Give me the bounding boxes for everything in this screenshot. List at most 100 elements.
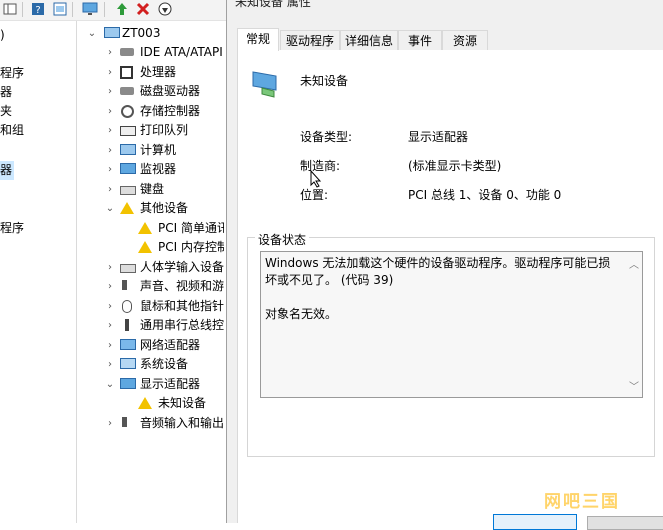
audio-icon xyxy=(122,417,131,427)
chevron-right-icon[interactable]: › xyxy=(104,277,116,296)
chevron-right-icon[interactable]: › xyxy=(104,316,116,335)
device-type-value: 显示适配器 xyxy=(408,130,469,144)
tree-item-printer[interactable]: › 打印队列 xyxy=(78,121,224,140)
chevron-right-icon[interactable]: › xyxy=(104,160,116,179)
uninstall-icon[interactable] xyxy=(135,1,151,17)
tree-item-network[interactable]: › 网络适配器 xyxy=(78,336,224,355)
usb-icon xyxy=(125,319,129,331)
chevron-right-icon[interactable]: › xyxy=(104,63,116,82)
sound-icon xyxy=(122,280,131,290)
dialog-title: 未知设备 属性 xyxy=(235,0,311,9)
warning-device-icon xyxy=(138,222,152,234)
warning-device-icon xyxy=(138,397,152,409)
chevron-right-icon[interactable]: › xyxy=(104,82,116,101)
tree-item-pci-memory[interactable]: PCI 内存控制 xyxy=(78,238,224,257)
chevron-right-icon[interactable]: › xyxy=(104,102,116,121)
chevron-right-icon[interactable]: › xyxy=(104,141,116,160)
device-tree: ⌄ ZT003 › IDE ATA/ATAPI › 处理器 › 磁盘驱动器 › … xyxy=(78,21,224,523)
tree-item-computer[interactable]: › 计算机 xyxy=(78,141,224,160)
manufacturer-value: (标准显示卡类型) xyxy=(408,159,502,173)
properties-icon[interactable] xyxy=(52,1,68,17)
console-tree-item[interactable]: 程序 xyxy=(0,219,24,238)
toolbar: ? xyxy=(0,0,226,21)
tab-details[interactable]: 详细信息 xyxy=(340,30,398,51)
device-name: 未知设备 xyxy=(300,74,349,88)
console-tree-item-selected[interactable]: 器 xyxy=(0,161,14,180)
processor-icon xyxy=(120,66,133,79)
tree-item-storage[interactable]: › 存储控制器 xyxy=(78,102,224,121)
tree-item-display[interactable]: ⌄ 显示适配器 xyxy=(78,375,224,394)
console-tree-pane: ) 程序 器 夹 和组 器 程序 xyxy=(0,21,77,523)
tree-item-other-devices[interactable]: ⌄ 其他设备 xyxy=(78,199,224,218)
chevron-right-icon[interactable]: › xyxy=(104,297,116,316)
tab-events[interactable]: 事件 xyxy=(398,30,442,51)
system-icon xyxy=(120,358,136,369)
console-tree-item[interactable]: ) xyxy=(0,26,5,45)
computer-icon xyxy=(104,27,120,38)
tree-item-mouse[interactable]: › 鼠标和其他指针 xyxy=(78,297,224,316)
chevron-right-icon[interactable]: › xyxy=(104,43,116,62)
tree-item-pci-simple-comm[interactable]: PCI 简单通讯 xyxy=(78,219,224,238)
tree-item-processor[interactable]: › 处理器 xyxy=(78,63,224,82)
watermark-logo: 网吧三国 xyxy=(544,492,620,512)
chevron-down-icon[interactable]: ⌄ xyxy=(86,24,98,43)
chevron-right-icon[interactable]: › xyxy=(104,414,116,433)
keyboard-icon xyxy=(120,186,136,195)
computer-icon xyxy=(120,144,136,155)
location-value: PCI 总线 1、设备 0、功能 0 xyxy=(408,188,562,202)
svg-text:?: ? xyxy=(35,5,40,16)
tree-item-disk[interactable]: › 磁盘驱动器 xyxy=(78,82,224,101)
chevron-right-icon[interactable]: › xyxy=(104,355,116,374)
tree-item-monitor[interactable]: › 监视器 xyxy=(78,160,224,179)
tree-item-system[interactable]: › 系统设备 xyxy=(78,355,224,374)
tab-driver[interactable]: 驱动程序 xyxy=(280,30,340,51)
storage-icon xyxy=(121,105,134,118)
device-status-textbox[interactable]: Windows 无法加载这个硬件的设备驱动程序。驱动程序可能已损坏或不见了。 (… xyxy=(260,251,643,398)
pane-icon[interactable] xyxy=(2,1,18,17)
device-status-label: 设备状态 xyxy=(255,231,310,248)
monitor-icon xyxy=(120,163,136,174)
warning-device-icon xyxy=(138,241,152,253)
ide-icon xyxy=(120,48,134,56)
tree-item-keyboard[interactable]: › 键盘 xyxy=(78,180,224,199)
ok-button[interactable] xyxy=(493,514,577,530)
network-icon xyxy=(120,339,136,350)
other-devices-icon xyxy=(120,202,134,214)
scroll-down-icon[interactable]: ﹀ xyxy=(629,378,639,393)
tree-item-sound[interactable]: › 声音、视频和游戏 xyxy=(78,277,224,296)
printer-icon xyxy=(120,126,136,136)
display-icon xyxy=(120,378,136,389)
chevron-right-icon[interactable]: › xyxy=(104,258,116,277)
help-icon[interactable]: ? xyxy=(30,1,46,17)
device-type-label: 设备类型: xyxy=(300,130,353,144)
chevron-right-icon[interactable]: › xyxy=(104,121,116,140)
console-tree-item[interactable]: 夹 xyxy=(0,102,12,121)
chevron-right-icon[interactable]: › xyxy=(104,180,116,199)
tree-root[interactable]: ⌄ ZT003 xyxy=(78,24,224,43)
chevron-right-icon[interactable]: › xyxy=(104,336,116,355)
device-status-text: Windows 无法加载这个硬件的设备驱动程序。驱动程序可能已损坏或不见了。 (… xyxy=(265,256,611,321)
tree-item-usb[interactable]: › 通用串行总线控制 xyxy=(78,316,224,335)
disk-icon xyxy=(120,87,134,95)
tree-item-hid[interactable]: › 人体学输入设备 xyxy=(78,258,224,277)
console-tree-item[interactable]: 器 xyxy=(0,83,12,102)
tab-general[interactable]: 常规 xyxy=(237,28,279,51)
tab-resources[interactable]: 资源 xyxy=(442,30,488,51)
enable-icon[interactable] xyxy=(157,1,173,17)
mouse-icon xyxy=(122,300,132,313)
tree-item-ide[interactable]: › IDE ATA/ATAPI xyxy=(78,43,224,62)
location-label: 位置: xyxy=(300,188,329,202)
display-device-icon xyxy=(252,70,280,100)
chevron-down-icon[interactable]: ⌄ xyxy=(104,199,116,218)
console-tree-item[interactable]: 程序 xyxy=(0,64,24,83)
update-driver-icon[interactable] xyxy=(114,1,130,17)
chevron-down-icon[interactable]: ⌄ xyxy=(104,375,116,394)
hid-icon xyxy=(120,264,136,273)
monitor-icon[interactable] xyxy=(82,1,98,17)
mouse-cursor-icon xyxy=(310,169,322,188)
cancel-button[interactable] xyxy=(587,516,663,530)
scroll-up-icon[interactable]: ︿ xyxy=(629,256,639,271)
tree-item-unknown-device[interactable]: 未知设备 xyxy=(78,394,224,413)
tree-item-audio[interactable]: › 音频输入和输出 xyxy=(78,414,224,433)
console-tree-item[interactable]: 和组 xyxy=(0,121,24,140)
